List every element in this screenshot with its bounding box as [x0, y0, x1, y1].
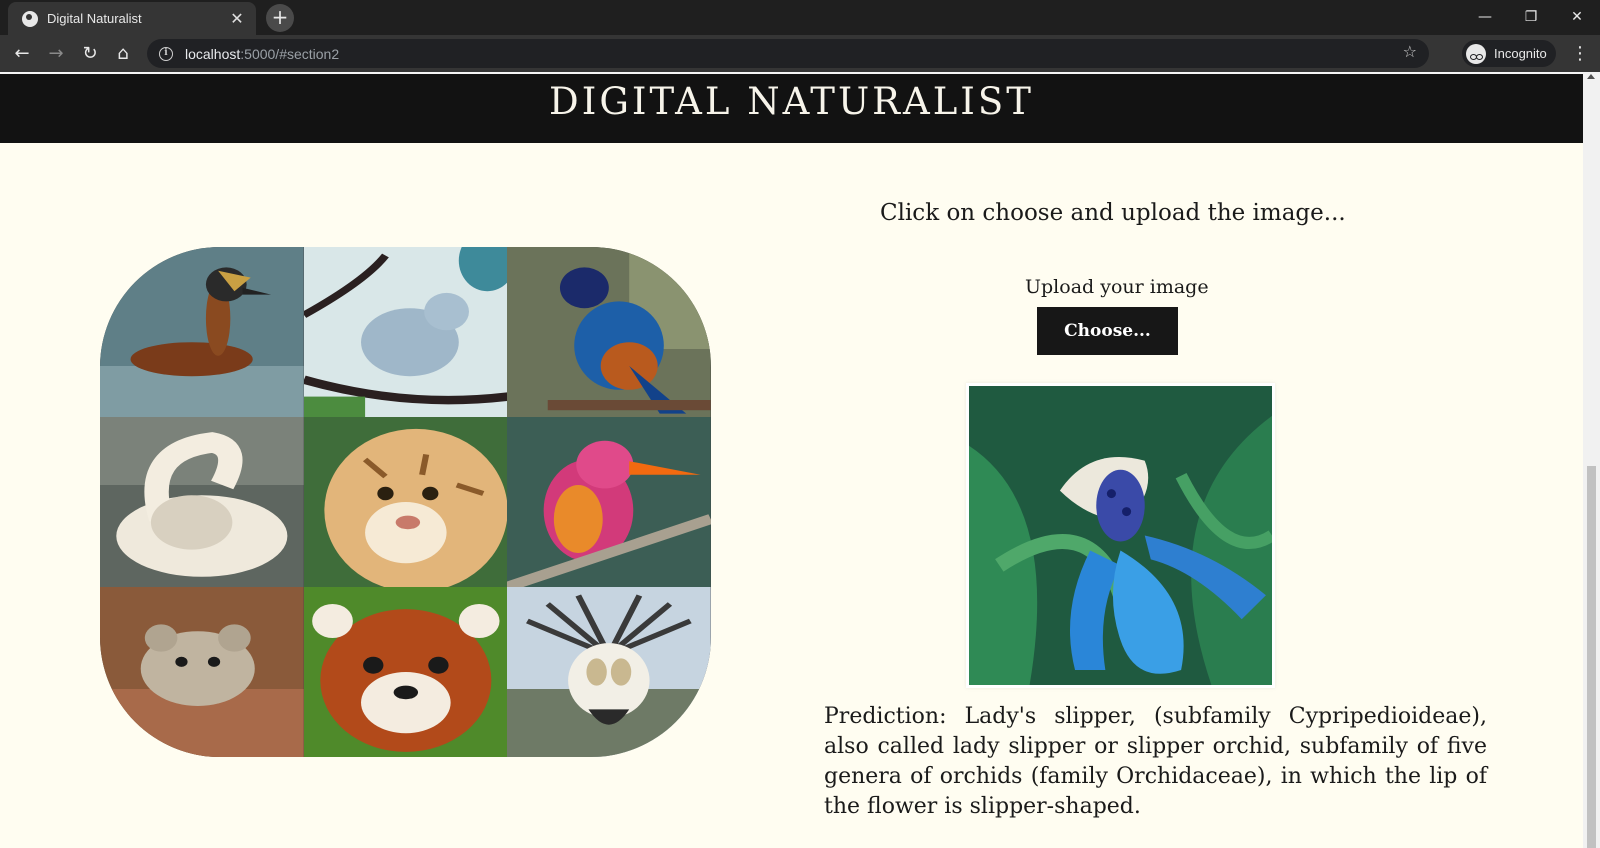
upload-instruction: Click on choose and upload the image... [880, 200, 1346, 226]
minimize-icon[interactable]: — [1462, 4, 1508, 30]
scrollbar-thumb[interactable] [1587, 466, 1596, 848]
collage-photo-swan [100, 417, 304, 587]
home-icon[interactable]: ⌂ [109, 40, 137, 68]
restore-icon[interactable]: ❐ [1508, 4, 1554, 30]
reload-icon[interactable]: ↻ [76, 40, 104, 68]
back-icon[interactable]: ← [8, 40, 36, 68]
profile-label: Incognito [1494, 46, 1547, 61]
incognito-icon [1466, 43, 1486, 64]
close-tab-icon[interactable]: ✕ [228, 9, 246, 28]
animal-collage [100, 247, 711, 757]
address-bar[interactable]: i localhost:5000/#section2 ☆ [147, 39, 1429, 68]
browser-tab[interactable]: Digital Naturalist ✕ [8, 2, 256, 35]
site-header: DIGITAL NATURALIST [0, 72, 1583, 143]
scroll-up-icon[interactable] [1587, 74, 1595, 79]
collage-photo-red-panda [303, 587, 508, 757]
collage-photo-tiger [303, 417, 508, 587]
collage-photo-sage-grouse [507, 587, 711, 757]
collage-photo-grebe [100, 247, 304, 417]
info-icon[interactable]: i [159, 46, 173, 61]
close-window-icon[interactable]: ✕ [1554, 4, 1600, 30]
page-viewport: DIGITAL NATURALIST Click on choose and u… [0, 72, 1600, 848]
forward-icon[interactable]: → [42, 40, 70, 68]
tab-title: Digital Naturalist [47, 11, 142, 26]
uploaded-image-preview [966, 383, 1275, 688]
incognito-profile-button[interactable]: Incognito [1462, 40, 1556, 67]
choose-file-button[interactable]: Choose... [1037, 307, 1178, 355]
browser-tab-strip: Digital Naturalist ✕ + — ❐ ✕ [0, 0, 1600, 35]
collage-photo-pika [100, 587, 304, 757]
site-title: DIGITAL NATURALIST [549, 80, 1034, 123]
page-scrollbar[interactable] [1583, 72, 1600, 848]
upload-label: Upload your image [1025, 276, 1209, 298]
collage-photo-starling [507, 247, 711, 417]
bookmark-star-icon[interactable]: ☆ [1403, 42, 1417, 61]
collage-photo-kingfisher [507, 417, 711, 587]
collage-photo-blue-bird [303, 247, 508, 417]
prediction-result: Prediction: Lady's slipper, (subfamily C… [824, 704, 1487, 819]
url-text: localhost:5000/#section2 [185, 45, 340, 62]
globe-icon [22, 10, 38, 27]
browser-toolbar: ← → ↻ ⌂ i localhost:5000/#section2 ☆ Inc… [0, 35, 1600, 72]
browser-menu-icon[interactable]: ⋮ [1570, 40, 1590, 68]
new-tab-button[interactable]: + [266, 4, 294, 32]
orchid-image [969, 386, 1272, 685]
